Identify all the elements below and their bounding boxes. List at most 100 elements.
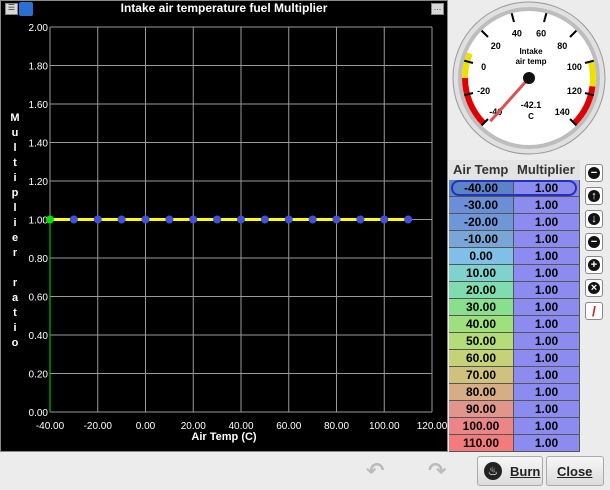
y-axis-label-letter <box>9 262 21 277</box>
data-point[interactable] <box>284 215 293 224</box>
air-temp-cell[interactable]: 90.00 <box>449 401 514 418</box>
air-temp-cell[interactable]: -10.00 <box>449 231 514 248</box>
y-tick-label: 1.20 <box>29 177 49 188</box>
left-menu-icon[interactable]: ☰ <box>5 3 18 15</box>
col-multiplier-header: Multiplier <box>517 162 575 177</box>
y-axis-label-letter: a <box>11 292 19 304</box>
collapse-icon: − <box>588 167 600 179</box>
gauge-value: -42.1 <box>521 100 542 110</box>
data-point[interactable] <box>308 215 317 224</box>
close-button[interactable]: Close <box>546 456 604 486</box>
gauge-tick-label: 140 <box>555 107 570 117</box>
gauge-tick-label: 80 <box>557 41 567 51</box>
up-arrow-icon: ↑ <box>588 190 600 202</box>
redo-icon[interactable]: ↷ <box>428 458 452 484</box>
data-point[interactable] <box>380 215 389 224</box>
burn-label: Burn <box>510 464 541 479</box>
data-point[interactable] <box>356 215 365 224</box>
y-axis-label-letter: i <box>13 217 17 229</box>
burn-button[interactable]: ♨ Burn <box>477 456 543 486</box>
col-air-temp-header: Air Temp <box>453 162 509 177</box>
air-temp-cell[interactable]: 50.00 <box>449 333 514 350</box>
multiplier-cell[interactable]: 1.00 <box>514 299 580 316</box>
multiplier-cell[interactable]: 1.00 <box>514 350 580 367</box>
y-tick-label: 1.60 <box>29 100 49 111</box>
table-body[interactable]: -40.00 1.00 -30.00 1.00 -20.00 1.00 -10.00 1.00… <box>449 180 580 452</box>
multiplier-cell[interactable]: 1.00 <box>514 333 580 350</box>
y-tick-label: 0.60 <box>29 293 49 304</box>
y-tick-label: 0.80 <box>29 254 49 265</box>
y-tick-label: 0.00 <box>29 408 49 419</box>
multiplier-cell[interactable]: 1.00 <box>514 316 580 333</box>
air-temp-gauge: -40 -20 0 20 40 60 80 100 120 140 Intake air temp -4… <box>449 0 610 156</box>
multiplier-cell[interactable]: 1.00 <box>514 214 580 231</box>
data-point[interactable] <box>46 215 54 224</box>
gauge-tick-label: 40 <box>512 29 522 39</box>
data-point[interactable] <box>260 215 269 224</box>
clear-button[interactable]: × <box>585 279 603 297</box>
gauge-tick-label: 100 <box>567 62 582 72</box>
gauge-tick-label: 20 <box>491 41 501 51</box>
data-point[interactable] <box>117 215 126 224</box>
chart-plot[interactable]: 0.00 0.20 0.40 0.60 0.80 1.00 1.20 1.40 1.60 1.80… <box>0 0 448 452</box>
air-temp-cell[interactable]: 80.00 <box>449 384 514 401</box>
air-temp-cell[interactable]: 100.00 <box>449 418 514 435</box>
gauge-tick-label: 0 <box>481 62 486 72</box>
air-temp-cell[interactable]: 0.00 <box>449 248 514 265</box>
air-temp-cell[interactable]: 10.00 <box>449 265 514 282</box>
multiplier-cell[interactable]: 1.00 <box>514 401 580 418</box>
down-arrow-icon: ↓ <box>588 213 600 225</box>
y-tick-label: 1.00 <box>29 216 49 227</box>
air-temp-cell[interactable]: -30.00 <box>449 197 514 214</box>
multiplier-cell[interactable]: 1.00 <box>514 265 580 282</box>
y-axis-label: Multiplier ratio <box>9 112 21 352</box>
right-menu-icon[interactable]: … <box>431 3 444 15</box>
multiplier-cell[interactable]: 1.00 <box>514 282 580 299</box>
multiplier-cell[interactable]: 1.00 <box>514 367 580 384</box>
selected-row-highlight <box>451 180 577 196</box>
minus-button[interactable]: − <box>585 233 603 251</box>
gauge-title-line1: Intake <box>519 47 543 56</box>
data-point[interactable] <box>165 215 174 224</box>
clear-icon: × <box>588 282 600 294</box>
multiplier-cell[interactable]: 1.00 <box>514 384 580 401</box>
undo-icon[interactable]: ↶ <box>366 458 390 484</box>
multiplier-cell[interactable]: 1.00 <box>514 418 580 435</box>
flame-icon: ♨ <box>484 462 502 480</box>
multiplier-cell[interactable]: 1.00 <box>514 231 580 248</box>
data-point[interactable] <box>189 215 198 224</box>
y-axis-label-letter: u <box>11 127 19 139</box>
multiplier-cell[interactable]: 1.00 <box>514 197 580 214</box>
air-temp-cell[interactable]: 30.00 <box>449 299 514 316</box>
multiplier-cell[interactable]: 1.00 <box>514 248 580 265</box>
data-point[interactable] <box>332 215 341 224</box>
data-point[interactable] <box>93 215 102 224</box>
air-temp-cell[interactable]: -20.00 <box>449 214 514 231</box>
y-axis-label-letter: M <box>10 112 20 124</box>
data-point[interactable] <box>69 215 78 224</box>
pencil-button[interactable]: / <box>585 302 603 320</box>
down-arrow-button[interactable]: ↓ <box>585 210 603 228</box>
settings-icon[interactable] <box>19 2 33 16</box>
gauge-tick-label: -20 <box>477 86 490 96</box>
minus-icon: − <box>588 236 600 248</box>
data-point[interactable] <box>213 215 222 224</box>
air-temp-cell[interactable]: 60.00 <box>449 350 514 367</box>
air-temp-cell[interactable]: 110.00 <box>449 435 514 452</box>
y-axis-label-letter: r <box>12 247 18 259</box>
air-temp-cell[interactable]: 40.00 <box>449 316 514 333</box>
data-point[interactable] <box>237 215 245 224</box>
close-label: Close <box>557 464 593 479</box>
y-tick-label: 1.80 <box>29 62 49 73</box>
collapse-button[interactable]: − <box>585 164 603 182</box>
data-point[interactable] <box>404 215 413 224</box>
air-temp-cell[interactable]: 70.00 <box>449 367 514 384</box>
data-point[interactable] <box>141 215 150 224</box>
plus-button[interactable]: + <box>585 256 603 274</box>
multiplier-cell[interactable]: 1.00 <box>514 435 580 452</box>
air-temp-cell[interactable]: 20.00 <box>449 282 514 299</box>
y-axis-label-letter: l <box>13 142 17 154</box>
y-axis-label-letter: e <box>11 232 19 244</box>
y-tick-label: 0.40 <box>29 331 49 342</box>
up-arrow-button[interactable]: ↑ <box>585 187 603 205</box>
